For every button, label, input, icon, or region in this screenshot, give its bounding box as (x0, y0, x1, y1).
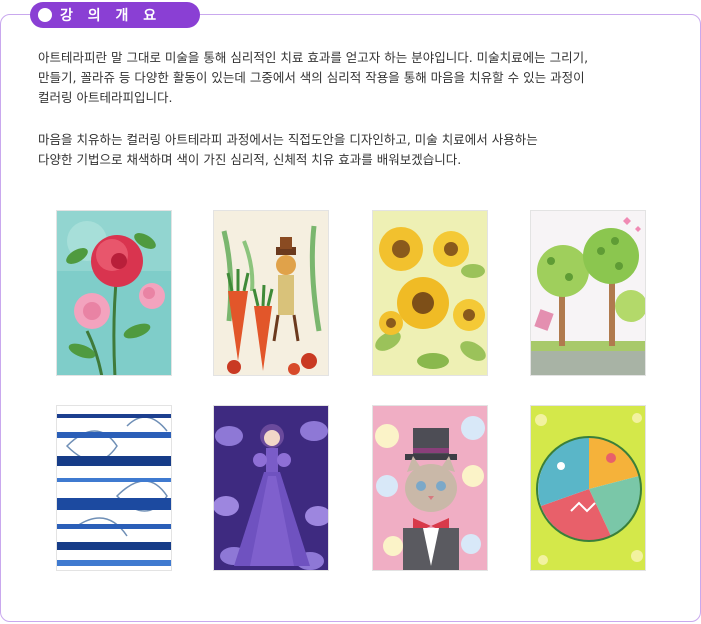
course-paragraph: 마음을 치유하는 컬러링 아트테라피 과정에서는 직접도안을 디자인하고, 미술… (38, 132, 538, 167)
bullet-dot-icon (38, 8, 52, 22)
intro-paragraph: 아트테라피란 말 그대로 미술을 통해 심리적인 치료 효과를 얻고자 하는 분… (38, 50, 589, 105)
section-title: 강 의 개 요 (60, 8, 162, 24)
section-title-tab: 강 의 개 요 (30, 2, 200, 28)
